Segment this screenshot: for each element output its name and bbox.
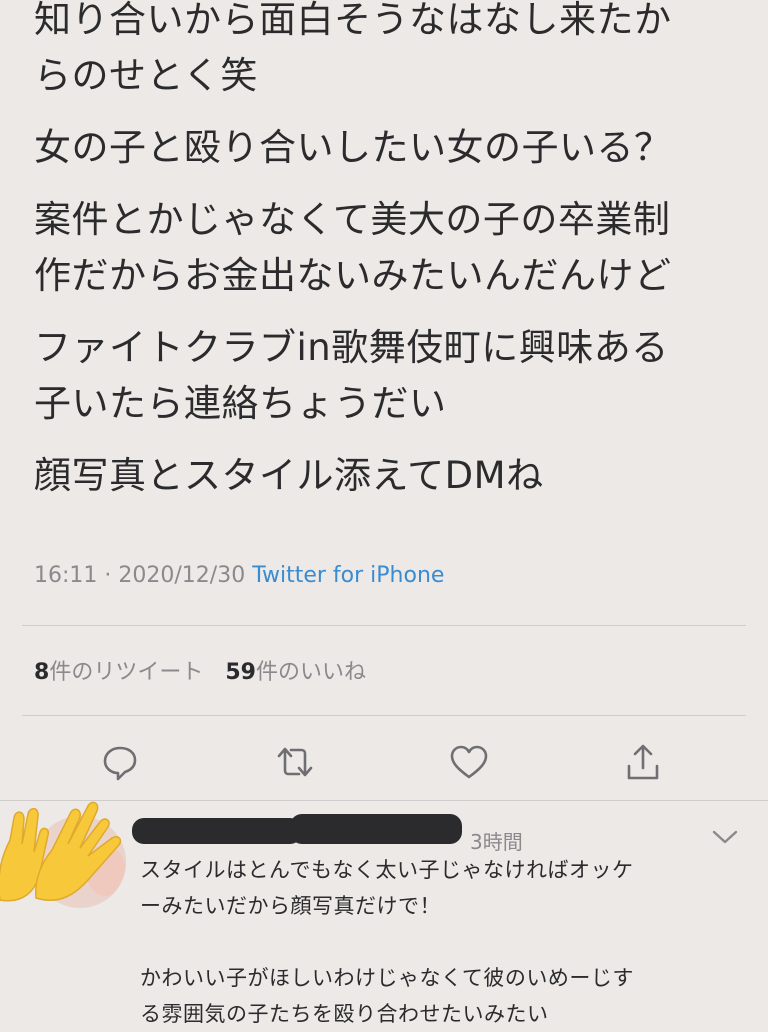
tweet-paragraph: 顔写真とスタイル添えてDMね bbox=[34, 454, 544, 497]
tweet-actions bbox=[0, 740, 768, 784]
tweet-date: 2020/12/30 bbox=[118, 563, 246, 588]
tweet-body: 知り合いから面白そうなはなし来たか らのせとく笑 女の子と殴り合いしたい女の子い… bbox=[34, 0, 734, 520]
reply-icon bbox=[103, 746, 137, 781]
chevron-down-icon[interactable] bbox=[710, 828, 740, 848]
retweet-count: 8 bbox=[34, 660, 50, 685]
tweet-paragraph: 知り合いから面白そうなはなし来たか らのせとく笑 bbox=[34, 0, 672, 97]
tweet-paragraph: ファイトクラブin歌舞伎町に興味ある 子いたら連絡ちょうだい bbox=[34, 326, 669, 425]
reply-tweet[interactable]: 3時間 スタイルはとんでもなく太い子じゃなければオッケ ーみたいだから顔写真だけ… bbox=[0, 800, 768, 1026]
retweet-label: 件のリツイート bbox=[49, 660, 204, 685]
retweet-icon bbox=[277, 747, 313, 777]
retweet-stat[interactable]: 8件のリツイート bbox=[34, 660, 203, 685]
tweet-paragraph: 女の子と殴り合いしたい女の子いる？ bbox=[34, 126, 672, 169]
tweet-paragraph: 案件とかじゃなくて美大の子の卒業制 作だからお金出ないみたいんだんけど bbox=[34, 198, 672, 297]
reply-text: スタイルはとんでもなく太い子じゃなければオッケ ーみたいだから顔写真だけで！ か… bbox=[140, 858, 634, 1026]
redacted-name bbox=[132, 818, 302, 844]
divider bbox=[22, 715, 746, 716]
like-icon bbox=[450, 745, 488, 779]
divider bbox=[22, 625, 746, 626]
meta-separator: · bbox=[97, 563, 119, 588]
raised-hands-icon bbox=[0, 801, 122, 902]
tweet-time: 16:11 bbox=[34, 563, 98, 588]
like-count: 59 bbox=[225, 660, 256, 685]
reply-button[interactable] bbox=[98, 740, 142, 784]
tweet-source-link[interactable]: Twitter for iPhone bbox=[252, 563, 444, 588]
reply-time: 3時間 bbox=[470, 830, 523, 854]
tweet-stats: 8件のリツイート 59件のいいね bbox=[34, 654, 366, 686]
redacted-handle bbox=[290, 814, 462, 844]
share-icon bbox=[627, 744, 659, 780]
like-button[interactable] bbox=[447, 740, 491, 784]
like-stat[interactable]: 59件のいいね bbox=[225, 660, 366, 685]
retweet-button[interactable] bbox=[273, 740, 317, 784]
like-label: 件のいいね bbox=[255, 660, 366, 685]
share-button[interactable] bbox=[621, 740, 665, 784]
tweet-meta: 16:11 · 2020/12/30 Twitter for iPhone bbox=[34, 563, 444, 588]
